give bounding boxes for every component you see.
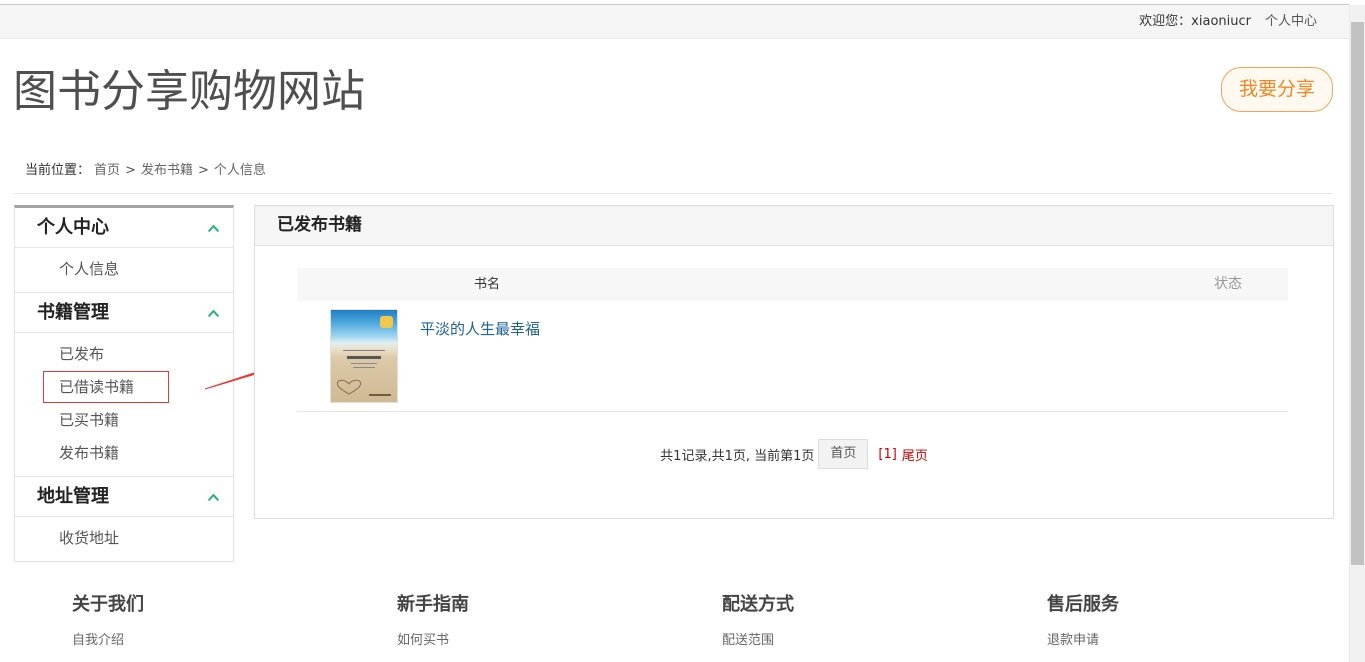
site-title: 图书分享购物网站 [13, 66, 365, 117]
table-header: 书名 状态 [297, 268, 1288, 301]
pagination: 共1记录,共1页, 当前第1页 首页 [1] 尾页 [255, 439, 1333, 469]
user-center-link[interactable]: 个人中心 [1265, 14, 1317, 29]
cover-text-line [343, 350, 385, 351]
welcome-label: 欢迎您： [1139, 14, 1192, 29]
sand-heart-drawing [336, 379, 362, 395]
sidebar-item-shipping-address[interactable]: 收货地址 [15, 522, 233, 555]
sidebar-section-title: 书籍管理 [37, 302, 109, 323]
sidebar-item-profile[interactable]: 个人信息 [15, 253, 233, 286]
book-cover-image[interactable] [331, 310, 397, 402]
breadcrumb: 当前位置： 首页 > 发布书籍 > 个人信息 [25, 162, 266, 180]
sidebar-section-items: 收货地址 [15, 517, 233, 561]
header-divider [14, 193, 1333, 194]
panel-title: 已发布书籍 [255, 206, 1333, 246]
footer-column-about: 关于我们 自我介绍 [72, 593, 144, 650]
top-bar-user-area: 欢迎您：xiaoniucr 个人中心 [1139, 5, 1317, 38]
pagination-summary: 共1记录,共1页, 当前第1页 [660, 448, 815, 464]
sidebar-section-items: 个人信息 [15, 248, 233, 293]
footer-column-delivery: 配送方式 配送范围 [722, 593, 794, 650]
book-title-link[interactable]: 平淡的人生最幸福 [420, 319, 540, 339]
sidebar-section-personal-center[interactable]: 个人中心 [15, 208, 233, 248]
books-table: 书名 状态 平淡的人生最幸福 [297, 268, 1288, 412]
sidebar-item-publish-book[interactable]: 发布书籍 [15, 437, 233, 470]
published-books-panel: 已发布书籍 书名 状态 平淡的人生最幸福 共1记录,共1页, 当前第1页 首页 … [254, 205, 1334, 519]
chevron-up-icon[interactable] [208, 224, 219, 232]
sidebar-section-title: 地址管理 [37, 486, 109, 507]
scrollbar-thumb[interactable] [1351, 22, 1364, 565]
cover-badge [380, 316, 393, 328]
footer-link[interactable]: 配送范围 [722, 632, 794, 650]
breadcrumb-item-publish[interactable]: 发布书籍 [141, 163, 193, 178]
chevron-up-icon[interactable] [208, 493, 219, 501]
share-button[interactable]: 我要分享 [1221, 67, 1333, 112]
footer-column-guide: 新手指南 如何买书 [397, 593, 469, 650]
cover-text-line [347, 356, 381, 359]
breadcrumb-separator: > [197, 163, 209, 178]
footer-title: 新手指南 [397, 594, 469, 615]
footer-title: 售后服务 [1047, 594, 1119, 615]
footer-column-after-sales: 售后服务 退款申请 [1047, 593, 1119, 650]
first-page-button[interactable]: 首页 [818, 439, 869, 469]
cover-text-line [351, 363, 377, 364]
chevron-up-icon[interactable] [208, 309, 219, 317]
breadcrumb-separator: > [125, 163, 136, 178]
sidebar-section-address-management[interactable]: 地址管理 [15, 477, 233, 517]
footer-link[interactable]: 如何买书 [397, 632, 469, 650]
current-page-indicator: [1] [878, 446, 897, 462]
footer-link[interactable]: 自我介绍 [72, 632, 144, 650]
column-header-status: 状态 [1214, 276, 1242, 292]
footer-link[interactable]: 退款申请 [1047, 632, 1119, 650]
footer-title: 配送方式 [722, 594, 794, 615]
vertical-scrollbar[interactable] [1349, 5, 1365, 662]
cover-text-line [369, 394, 391, 396]
breadcrumb-label: 当前位置： [25, 163, 91, 178]
cover-text-line [353, 367, 375, 368]
breadcrumb-item-home[interactable]: 首页 [94, 163, 120, 178]
sidebar-section-title: 个人中心 [37, 217, 109, 238]
table-row: 平淡的人生最幸福 [297, 301, 1288, 412]
sidebar-section-book-management[interactable]: 书籍管理 [15, 293, 233, 333]
last-page-link[interactable]: 尾页 [902, 445, 928, 464]
top-bar: 欢迎您：xiaoniucr 个人中心 [0, 4, 1349, 39]
sidebar-item-bought-books[interactable]: 已买书籍 [15, 404, 233, 437]
annotation-highlight-box [43, 371, 169, 403]
username: xiaoniucr [1191, 14, 1251, 29]
column-header-title: 书名 [473, 277, 500, 292]
breadcrumb-item-profile[interactable]: 个人信息 [214, 163, 266, 178]
footer-title: 关于我们 [72, 594, 144, 615]
